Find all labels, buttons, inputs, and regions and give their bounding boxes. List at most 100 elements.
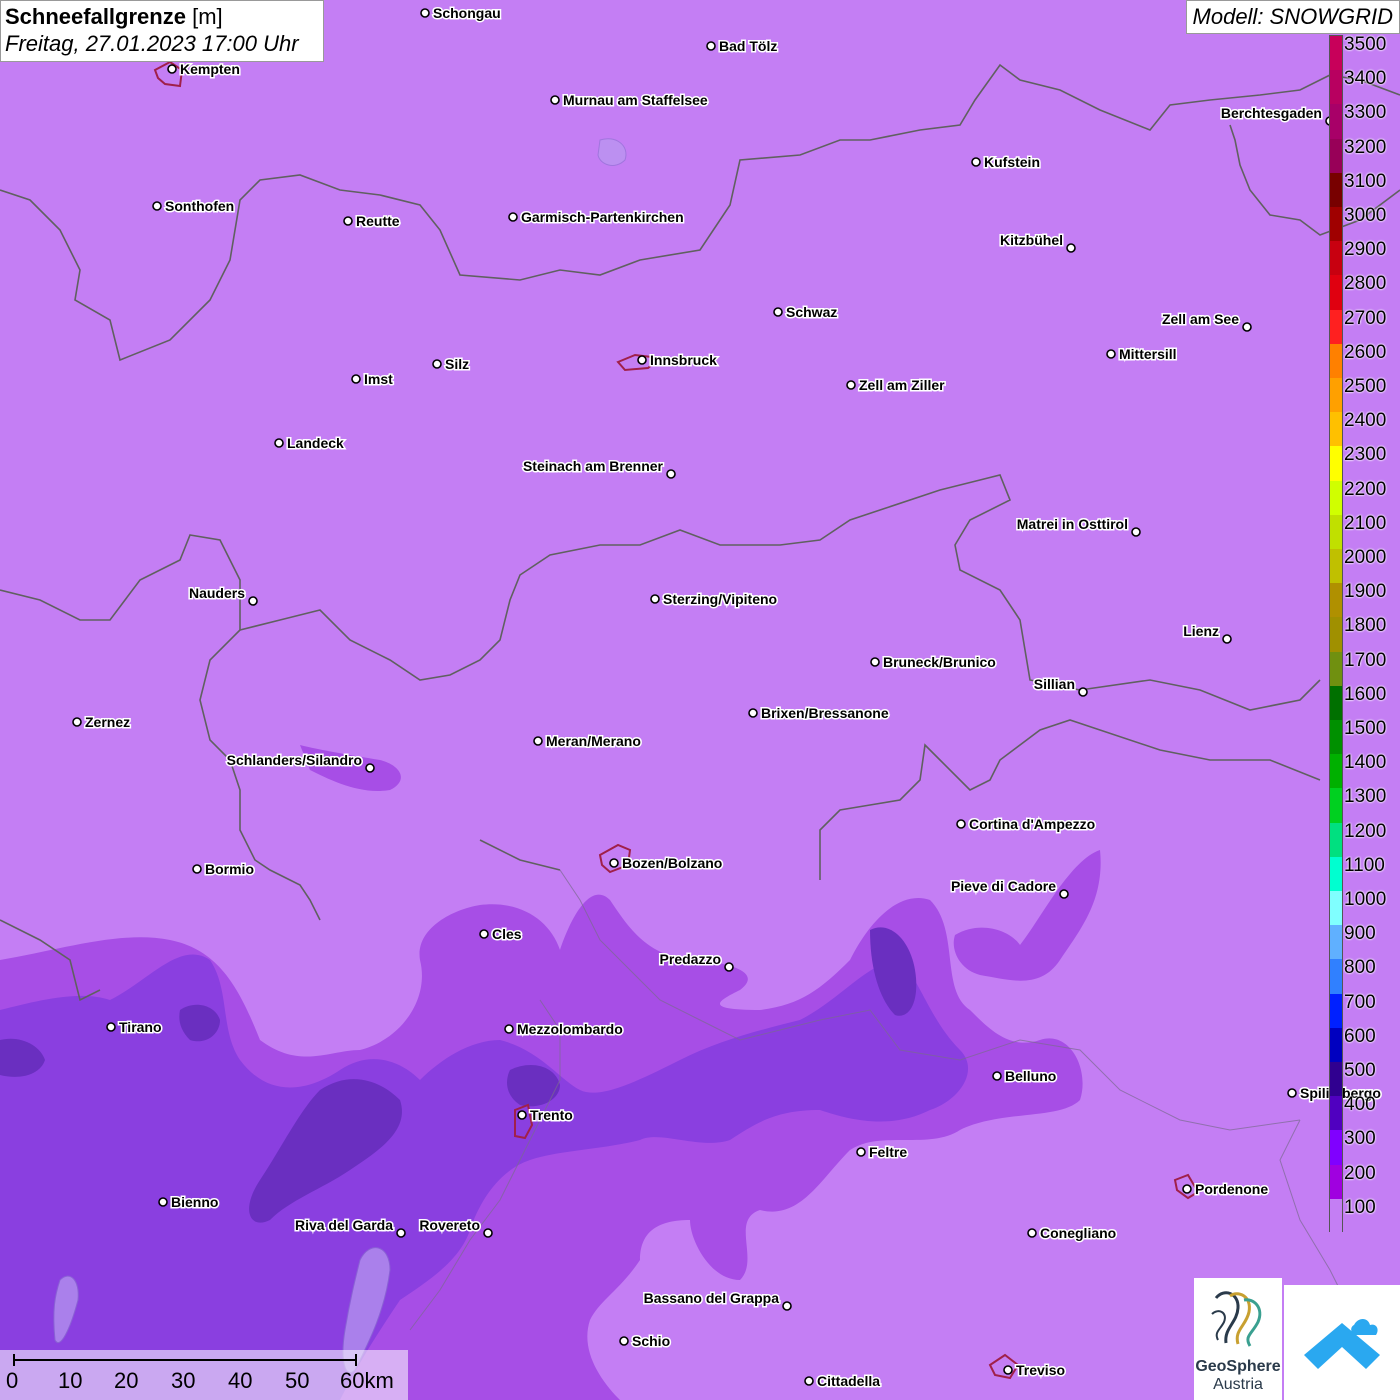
city-dot [619,1336,629,1346]
legend-swatch [1330,1096,1342,1131]
legend-swatch [1330,446,1342,482]
city-label: Brixen/Bressanone [761,705,889,721]
city-dot [365,763,375,773]
city-label: Bassano del Grappa [644,1290,780,1306]
legend-label: 200 [1344,1162,1376,1184]
legend-label: 1900 [1344,581,1387,603]
legend-swatch [1330,412,1342,447]
city-marker: Bruneck/Brunico [870,653,997,672]
legend-swatch [1330,720,1342,755]
legend-label: 3400 [1344,68,1387,90]
legend-label: 3000 [1344,205,1387,226]
legend-swatch [1330,207,1342,242]
color-legend-labels: 3500 3400 3300 3200 3100 3000 2900 2800 2700 2600… [1344,34,1400,1234]
legend-label: 400 [1344,1094,1376,1116]
city-dot [1059,889,1069,899]
city-dot [420,8,430,18]
city-dot [1222,634,1232,644]
city-label: Imst [364,371,393,387]
city-dot [1242,322,1252,332]
city-dot [248,596,258,606]
color-legend-bar [1329,35,1343,1234]
city-label: Schongau [433,5,501,21]
legend-swatch [1330,309,1342,345]
legend-label: 2900 [1344,239,1387,261]
city-label: Predazzo [660,951,721,967]
legend-swatch [1330,754,1342,789]
legend-swatch [1330,514,1342,550]
city-dot [870,657,880,667]
city-label: Zernez [85,714,130,730]
city-label: Murnau am Staffelsee [563,92,708,108]
city-dot [748,708,758,718]
city-label: Kufstein [984,154,1040,170]
legend-label: 2500 [1344,376,1387,397]
city-label: Bozen/Bolzano [622,855,722,871]
city-dot [773,307,783,317]
legend-swatch [1330,856,1342,892]
logo-line2: Austria [1213,1376,1263,1393]
legend-label: 500 [1344,1060,1376,1081]
city-dot [351,374,361,384]
city-label: Matrei in Osttirol [1017,516,1128,532]
city-dot [533,736,543,746]
city-label: Cittadella [817,1373,880,1389]
city-label: Riva del Garda [295,1217,393,1233]
legend-label: 2100 [1344,512,1387,534]
title-datetime: Freitag, 27.01.2023 17:00 Uhr [5,31,299,56]
city-label: Conegliano [1040,1225,1116,1241]
city-label: Sillian [1034,676,1075,692]
legend-swatch [1330,241,1342,276]
city-label: Belluno [1005,1068,1056,1084]
legend-label: 3300 [1344,102,1387,124]
model-label: Modell: SNOWGRID [1185,0,1400,34]
legend-label: 1800 [1344,615,1387,637]
city-label: Reutte [356,213,400,229]
city-marker: Sonthofen [152,197,236,216]
city-label: Cortina d'Ampezzo [969,816,1095,832]
city-dot [637,355,647,365]
city-label: Bormio [205,861,254,877]
legend-label: 700 [1344,991,1376,1013]
city-marker: Sterzing/Vipiteno [650,590,779,609]
city-dot [724,962,734,972]
legend-label: 1400 [1344,752,1387,774]
city-label: Nauders [189,585,245,601]
scalebar: 0 10 20 30 40 50 60km [0,1350,408,1400]
city-label: Landeck [287,435,344,451]
city-dot [504,1024,514,1034]
legend-label: 300 [1344,1128,1376,1150]
city-label: Bienno [171,1194,218,1210]
city-dot [72,717,82,727]
city-dot [192,864,202,874]
city-marker: Schongau [420,4,502,23]
legend-label: 800 [1344,957,1376,979]
legend-swatch [1330,480,1342,516]
city-dot [846,380,856,390]
city-label: Schio [632,1333,670,1349]
legend-swatch [1330,70,1342,105]
city-dot [706,41,716,51]
city-dot [343,216,353,226]
city-dot [666,469,676,479]
city-label: Kitzbühel [1000,232,1063,248]
legend-swatch [1330,959,1342,995]
legend-swatch [1330,1027,1342,1063]
legend-swatch [1330,172,1342,208]
legend-label: 1500 [1344,718,1387,739]
legend-swatch [1330,36,1342,71]
map-canvas[interactable]: Schongau Bad Tölz Kempten Murnau am Staffel… [0,0,1400,1400]
legend-label: 1700 [1344,649,1387,671]
city-marker: Pordenone [1182,1180,1270,1199]
scale-tick-50: 50 [285,1368,310,1393]
snow-app-logo[interactable] [1284,1285,1400,1400]
geosphere-logo[interactable]: GeoSphere Austria [1194,1278,1282,1400]
legend-label: 900 [1344,923,1376,945]
legend-swatch [1330,993,1342,1029]
city-dot [804,1376,814,1386]
city-dot [106,1022,116,1032]
city-label: Cles [492,926,522,942]
legend-swatch [1330,651,1342,687]
legend-label: 3500 [1344,34,1387,55]
legend-label: 2600 [1344,341,1387,363]
